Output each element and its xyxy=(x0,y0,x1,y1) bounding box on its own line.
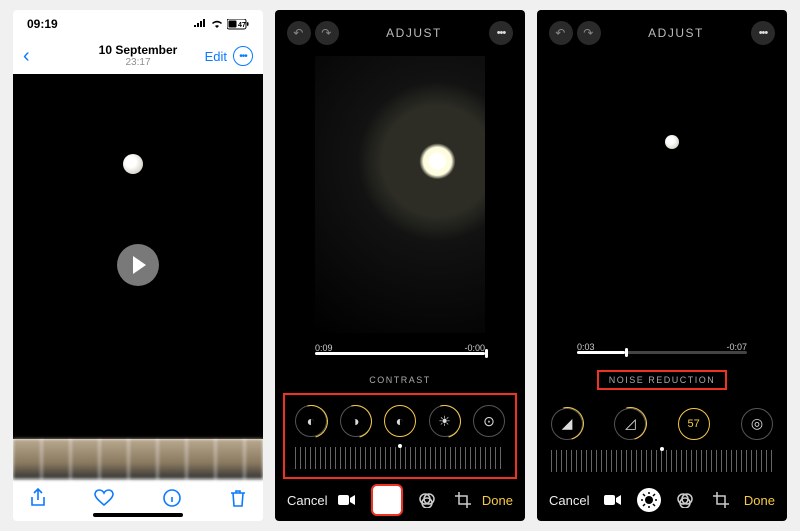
edit-button[interactable]: Edit xyxy=(205,49,227,64)
play-button[interactable] xyxy=(117,244,159,286)
edit-menu-button[interactable]: ••• xyxy=(489,21,513,45)
dial-noise-reduction[interactable]: 57 xyxy=(678,408,710,440)
info-button[interactable] xyxy=(162,488,182,513)
status-bar: 09:19 47 xyxy=(13,10,263,38)
dial-sharpness[interactable]: ◢ xyxy=(551,408,583,440)
definition-icon: ◿ xyxy=(625,415,636,432)
vignette-icon: ◎ xyxy=(751,415,763,432)
wifi-icon xyxy=(210,19,224,29)
status-right: 47 xyxy=(193,19,249,30)
mode-filters-button[interactable] xyxy=(673,488,697,512)
mode-adjust-button[interactable] xyxy=(371,484,403,516)
edit-preview[interactable] xyxy=(315,56,485,334)
more-menu-button[interactable]: ••• xyxy=(233,46,253,66)
highlights-icon: ◑ xyxy=(351,413,359,429)
edit-noise-reduction-screen: ↶ ↷ ADJUST ••• 0:03 -0:07 NOISE REDUCTIO… xyxy=(537,10,787,521)
mode-crop-button[interactable] xyxy=(451,488,475,512)
back-button[interactable]: ‹ xyxy=(23,45,30,68)
adjustment-slider[interactable] xyxy=(551,450,773,472)
scrub-fill xyxy=(577,351,625,354)
noise-reduction-value: 57 xyxy=(688,418,700,430)
photo-viewport[interactable] xyxy=(13,74,263,439)
mode-crop-button[interactable] xyxy=(709,488,733,512)
video-scrubber[interactable]: 0:03 -0:07 xyxy=(577,338,747,356)
edit-contrast-screen: ↶ ↷ ADJUST ••• 0:09 -0:00 CONTRAST ◐ ◑ ◐… xyxy=(275,10,525,521)
status-time: 09:19 xyxy=(27,17,58,31)
scrub-knob[interactable] xyxy=(485,349,488,358)
svg-text:47: 47 xyxy=(238,22,246,29)
redo-button[interactable]: ↷ xyxy=(315,21,339,45)
photos-header: ‹ 10 September 23:17 Edit ••• xyxy=(13,38,263,74)
exposure-icon: ◐ xyxy=(307,413,315,429)
mode-video-button[interactable] xyxy=(601,488,625,512)
mode-video-button[interactable] xyxy=(335,488,359,512)
adjustment-dials-panel: ◐ ◑ ◐ ☀ ⊙ xyxy=(283,393,517,479)
scrub-fill xyxy=(315,352,485,355)
done-button[interactable]: Done xyxy=(744,493,775,508)
video-scrubber[interactable]: 0:09 -0:00 xyxy=(315,339,485,357)
dial-highlights[interactable]: ◑ xyxy=(340,405,372,437)
adjustment-dials-panel: ◢ ◿ 57 ◎ xyxy=(537,398,787,480)
dial-black-point[interactable]: ⊙ xyxy=(473,405,505,437)
home-indicator[interactable] xyxy=(93,513,183,517)
sharpness-icon: ◢ xyxy=(562,415,573,432)
brightness-icon: ☀ xyxy=(438,413,451,430)
adjustment-label: NOISE REDUCTION xyxy=(597,370,728,390)
cancel-button[interactable]: Cancel xyxy=(549,493,589,508)
thumbnail-strip[interactable] xyxy=(13,439,263,479)
edit-bottom-bar: Cancel Done xyxy=(537,480,787,521)
black-point-icon: ⊙ xyxy=(483,413,495,430)
edit-title: ADJUST xyxy=(648,26,704,40)
dial-definition[interactable]: ◿ xyxy=(614,408,646,440)
done-button[interactable]: Done xyxy=(482,493,513,508)
contrast-icon: ◐ xyxy=(396,413,404,429)
edit-preview[interactable] xyxy=(577,55,747,331)
dial-brightness[interactable]: ☀ xyxy=(429,405,461,437)
mode-filters-button[interactable] xyxy=(415,488,439,512)
share-button[interactable] xyxy=(29,488,47,513)
undo-button[interactable]: ↶ xyxy=(287,21,311,45)
adjustment-slider[interactable] xyxy=(295,447,505,469)
signal-icon xyxy=(193,19,207,29)
moon-in-photo xyxy=(665,135,679,149)
edit-header: ↶ ↷ ADJUST ••• xyxy=(275,10,525,56)
delete-button[interactable] xyxy=(229,488,247,513)
edit-title: ADJUST xyxy=(386,26,442,40)
dial-vignette[interactable]: ◎ xyxy=(741,408,773,440)
cancel-button[interactable]: Cancel xyxy=(287,493,327,508)
dial-exposure[interactable]: ◐ xyxy=(295,405,327,437)
favorite-button[interactable] xyxy=(94,489,114,512)
redo-button[interactable]: ↷ xyxy=(577,21,601,45)
moon-in-photo xyxy=(123,154,143,174)
edit-bottom-bar: Cancel Done xyxy=(275,479,525,521)
scrub-knob[interactable] xyxy=(625,348,628,357)
adjustment-label: CONTRAST xyxy=(275,375,525,385)
slider-indicator-icon xyxy=(660,447,664,451)
battery-icon: 47 xyxy=(227,19,249,30)
mode-adjust-button[interactable] xyxy=(637,488,661,512)
dial-contrast[interactable]: ◐ xyxy=(384,405,416,437)
edit-header: ↶ ↷ ADJUST ••• xyxy=(537,10,787,55)
edit-menu-button[interactable]: ••• xyxy=(751,21,775,45)
photos-view-screen: 09:19 47 ‹ 10 September 23:17 Edit ••• ▭… xyxy=(13,10,263,521)
undo-button[interactable]: ↶ xyxy=(549,21,573,45)
slider-indicator-icon xyxy=(398,444,402,448)
